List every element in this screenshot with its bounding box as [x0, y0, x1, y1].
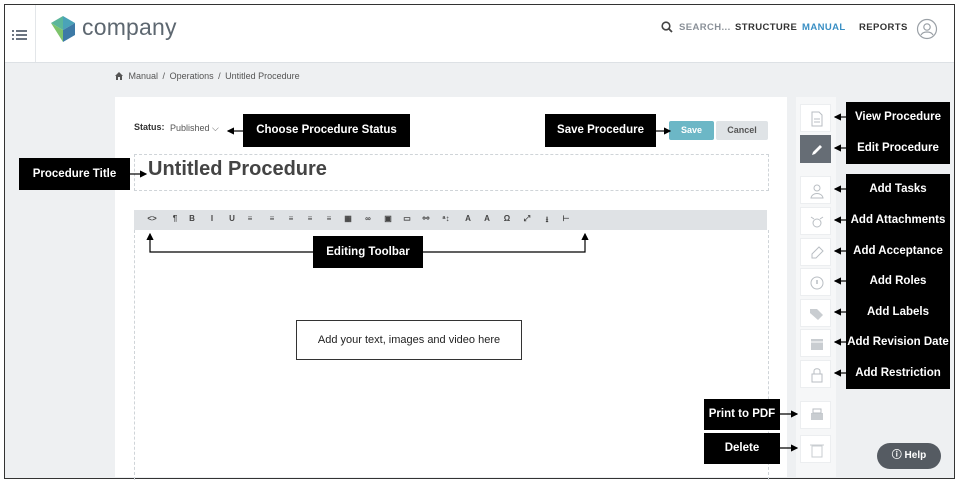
help-button[interactable]: ⓘ Help	[877, 443, 941, 469]
help-icon: ⓘ	[891, 450, 902, 461]
help-label: Help	[904, 450, 927, 461]
annotation-arrows	[130, 113, 846, 452]
